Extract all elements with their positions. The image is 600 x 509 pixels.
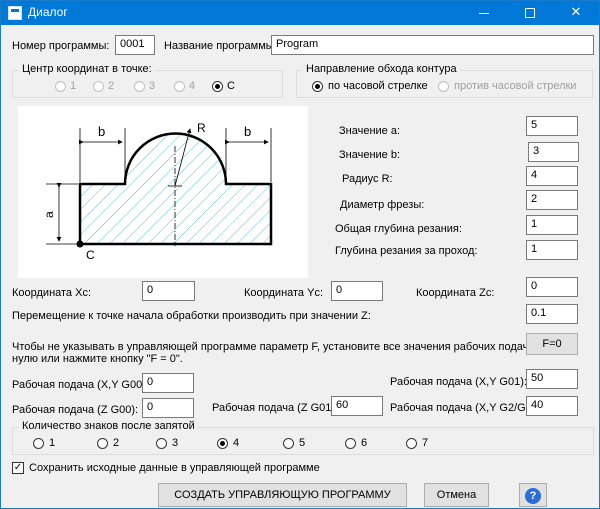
save-data-checkbox[interactable]: ✓ [12, 462, 24, 474]
decimals-radio-6[interactable] [345, 438, 356, 449]
param-total-depth-label: Общая глубина резания: [335, 223, 462, 235]
feed-note-line-2: нулю или нажмите кнопку "F = 0". [12, 353, 183, 365]
feed-xy-g2g3-label: Рабочая подача (X,Y G2/G3): [390, 402, 539, 414]
center-radio-2-label: 2 [108, 80, 115, 92]
center-radio-4[interactable] [174, 81, 185, 92]
feed-z-g01-field[interactable]: 60 [331, 396, 383, 416]
feed-z-g01-label: Рабочая подача (Z G01): [212, 402, 339, 414]
label-c: C [86, 248, 95, 262]
feed-note-line-1: Чтобы не указывать в управляющей програм… [12, 341, 578, 353]
param-radius-label: Радиус R: [342, 173, 393, 185]
center-radio-1-label: 1 [70, 80, 77, 92]
help-icon: ? [525, 488, 541, 504]
feed-z-g00-field[interactable]: 0 [142, 398, 194, 418]
title-bar: Диалог ✕ [1, 1, 599, 25]
direction-radio-counterclockwise[interactable] [438, 81, 449, 92]
coord-zc-label: Координата Zc: [416, 287, 495, 299]
param-a-label: Значение а: [339, 125, 401, 137]
contour-diagram: b b R a C [42, 121, 273, 262]
move-start-label: Перемещение к точке начала обработки про… [12, 310, 371, 322]
feed-xy-g00-field[interactable]: 0 [142, 373, 194, 393]
origin-point-c [76, 240, 84, 248]
param-total-depth-field[interactable]: 1 [526, 215, 578, 235]
decimals-radio-5-label: 5 [299, 437, 306, 449]
coord-xc-label: Координата Xc: [12, 287, 92, 299]
maximize-button[interactable] [507, 1, 553, 25]
param-cutter-diameter-field[interactable]: 2 [526, 190, 578, 210]
contour-shape [78, 132, 273, 246]
coord-yc-label: Координата Yc: [244, 287, 324, 299]
param-b-label: Значение b: [339, 149, 401, 161]
label-b-left: b [98, 124, 105, 139]
decimals-radio-3-label: 3 [172, 437, 179, 449]
program-number-field[interactable]: 0001 [115, 35, 155, 55]
close-button[interactable]: ✕ [553, 1, 599, 25]
param-b-field[interactable]: 3 [528, 142, 579, 162]
program-name-field[interactable]: Program [271, 35, 594, 55]
save-data-label: Сохранить исходные данные в управляющей … [29, 462, 320, 474]
decimals-radio-4-label: 4 [233, 437, 240, 449]
label-b-right: b [244, 124, 251, 139]
window-icon [8, 6, 22, 20]
param-cutter-diameter-label: Диаметр фрезы: [340, 199, 425, 211]
direction-radio-clockwise-label: по часовой стрелке [328, 80, 428, 92]
decimals-radio-3[interactable] [156, 438, 167, 449]
minimize-button[interactable] [461, 1, 507, 25]
label-a: a [42, 211, 56, 218]
center-radio-3[interactable] [134, 81, 145, 92]
decimals-radio-1-label: 1 [49, 437, 56, 449]
center-radio-1[interactable] [55, 81, 66, 92]
param-pass-depth-field[interactable]: 1 [526, 240, 578, 260]
center-radio-4-label: 4 [189, 80, 196, 92]
param-pass-depth-label: Глубина резания за проход: [335, 245, 478, 257]
center-radio-c-label: C [227, 80, 235, 92]
program-number-label: Номер программы: [12, 40, 110, 52]
param-a-field[interactable]: 5 [526, 116, 578, 136]
coord-zc-field[interactable]: 0 [526, 277, 578, 297]
decimals-group-title: Количество знаков после запятой [19, 420, 198, 432]
maximize-icon [525, 8, 535, 18]
decimals-group: Количество знаков после запятой 1 2 3 4 … [12, 420, 594, 455]
center-point-group: Центр координат в точке: 1 2 3 4 C [12, 63, 283, 98]
decimals-radio-7-label: 7 [422, 437, 429, 449]
direction-group-title: Направление обхода контура [303, 63, 460, 75]
center-radio-3-label: 3 [149, 80, 156, 92]
coord-yc-field[interactable]: 0 [331, 281, 383, 301]
center-radio-2[interactable] [93, 81, 104, 92]
dialog-window: Диалог ✕ Номер программы: 0001 Название … [0, 0, 600, 509]
cancel-button[interactable]: Отмена [424, 483, 489, 507]
feed-xy-g00-label: Рабочая подача (X,Y G00): [12, 379, 149, 391]
create-program-button[interactable]: СОЗДАТЬ УПРАВЛЯЮЩУЮ ПРОГРАММУ [158, 483, 407, 507]
direction-radio-clockwise[interactable] [312, 81, 323, 92]
decimals-radio-6-label: 6 [361, 437, 368, 449]
decimals-radio-4[interactable] [217, 438, 228, 449]
decimals-radio-5[interactable] [283, 438, 294, 449]
f-zero-button[interactable]: F=0 [526, 333, 578, 355]
direction-radio-counterclockwise-label: против часовой стрелки [454, 80, 577, 92]
label-r: R [197, 121, 206, 135]
feed-xy-g2g3-field[interactable]: 40 [526, 396, 578, 416]
center-point-group-title: Центр координат в точке: [19, 63, 155, 75]
decimals-radio-7[interactable] [406, 438, 417, 449]
close-icon: ✕ [570, 5, 582, 20]
minimize-icon [479, 13, 489, 14]
feed-z-g00-label: Рабочая подача (Z G00): [12, 404, 139, 416]
decimals-radio-2-label: 2 [113, 437, 120, 449]
feed-xy-g01-field[interactable]: 50 [526, 369, 578, 389]
decimals-radio-1[interactable] [33, 438, 44, 449]
center-radio-c[interactable] [212, 81, 223, 92]
feed-xy-g01-label: Рабочая подача (X,Y G01): [390, 376, 527, 388]
param-radius-field[interactable]: 4 [526, 166, 578, 186]
decimals-radio-2[interactable] [97, 438, 108, 449]
contour-figure: b b R a C [18, 106, 308, 278]
window-title: Диалог [28, 5, 68, 19]
coord-xc-field[interactable]: 0 [142, 281, 195, 301]
help-button[interactable]: ? [519, 483, 547, 507]
program-name-label: Название программы: [164, 40, 277, 52]
direction-group: Направление обхода контура по часовой ст… [296, 63, 593, 98]
move-start-z-field[interactable]: 0.1 [526, 304, 578, 324]
